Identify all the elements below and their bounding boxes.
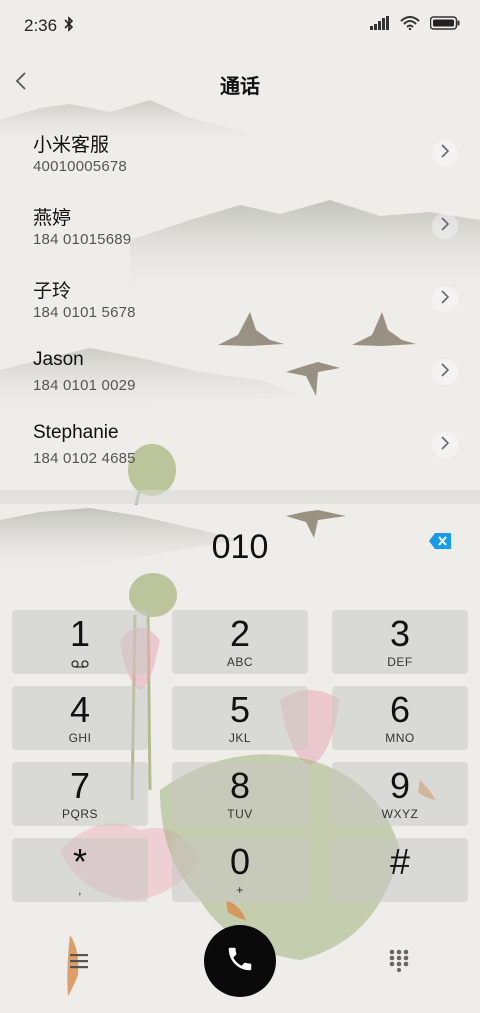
key-4[interactable]: 4 GHI — [12, 686, 148, 750]
dial-input: 010 — [0, 522, 480, 572]
key-letters: WXYZ — [381, 807, 419, 821]
key-8[interactable]: 8 TUV — [172, 762, 308, 826]
menu-icon — [66, 954, 94, 976]
contact-detail-button[interactable] — [432, 432, 458, 458]
contact-name: Jason — [33, 349, 84, 370]
key-1[interactable]: 1 — [12, 610, 148, 674]
contact-row[interactable]: Jason 184 0101 0029 — [0, 337, 480, 410]
key-0[interactable]: 0 + — [172, 838, 308, 902]
key-letters: DEF — [387, 655, 413, 669]
key-digit: * — [72, 841, 87, 882]
backspace-button[interactable] — [428, 532, 452, 550]
contact-number: 184 0101 0029 — [33, 377, 136, 394]
chevron-right-icon — [441, 143, 450, 163]
contact-number: 40010005678 — [33, 158, 127, 175]
voicemail-icon — [71, 655, 89, 673]
phone-icon — [225, 944, 255, 979]
key-letters: ABC — [226, 655, 254, 669]
key-digit: 4 — [69, 689, 91, 730]
key-digit: 2 — [229, 613, 251, 654]
key-9[interactable]: 9 WXYZ — [332, 762, 468, 826]
chevron-right-icon — [441, 435, 450, 455]
key-digit: 9 — [389, 765, 411, 806]
key-digit: 6 — [389, 689, 411, 730]
contact-detail-button[interactable] — [432, 213, 458, 239]
chevron-right-icon — [441, 216, 450, 236]
key-digit: # — [389, 841, 411, 882]
bluetooth-icon — [64, 15, 74, 38]
key-digit: 5 — [229, 689, 251, 730]
page-title: 通话 — [220, 76, 260, 98]
bottom-bar — [0, 920, 480, 1013]
dialpad-icon — [388, 949, 410, 976]
contact-name: 小米客服 — [33, 135, 110, 156]
key-letters: + — [236, 883, 244, 897]
chevron-right-icon — [441, 289, 450, 309]
contact-detail-button[interactable] — [432, 140, 458, 166]
contact-name: 子玲 — [33, 281, 72, 302]
key-5[interactable]: 5 JKL — [172, 686, 308, 750]
contact-name: 燕婷 — [33, 208, 72, 229]
key-digit: 7 — [69, 765, 91, 806]
key-letters: JKL — [228, 731, 252, 745]
wifi-icon — [400, 16, 420, 35]
menu-button[interactable] — [66, 950, 94, 972]
key-letters: PQRS — [61, 807, 98, 821]
key-letters: , — [78, 883, 82, 897]
key-digit: 8 — [229, 765, 251, 806]
key-digit: 0 — [229, 841, 251, 882]
key-letters: MNO — [385, 731, 415, 745]
key-6[interactable]: 6 MNO — [332, 686, 468, 750]
contact-number: 184 01015689 — [33, 231, 132, 248]
contact-detail-button[interactable] — [432, 286, 458, 312]
dialed-number: 010 — [211, 528, 269, 566]
key-2[interactable]: 2 ABC — [172, 610, 308, 674]
contact-list: 小米客服 40010005678 燕婷 184 01015689 子玲 184 … — [0, 118, 480, 483]
backspace-icon — [428, 533, 452, 554]
header: 通话 — [0, 60, 480, 108]
key-3[interactable]: 3 DEF — [332, 610, 468, 674]
contact-name: Stephanie — [33, 422, 119, 443]
contact-row[interactable]: 子玲 184 0101 5678 — [0, 264, 480, 337]
key-7[interactable]: 7 PQRS — [12, 762, 148, 826]
contact-number: 184 0102 4685 — [33, 450, 136, 467]
key-star[interactable]: * , — [12, 838, 148, 902]
contact-row[interactable]: 燕婷 184 01015689 — [0, 191, 480, 264]
key-letters: GHI — [68, 731, 92, 745]
battery-icon — [429, 16, 460, 35]
dialpad-toggle-button[interactable] — [388, 948, 410, 972]
chevron-right-icon — [441, 362, 450, 382]
call-button[interactable] — [204, 925, 276, 997]
signal-icon — [370, 16, 390, 35]
key-hash[interactable]: # — [332, 838, 468, 902]
status-bar: 2:36 — [0, 0, 480, 52]
contact-row[interactable]: 小米客服 40010005678 — [0, 118, 480, 191]
contact-row[interactable]: Stephanie 184 0102 4685 — [0, 410, 480, 483]
key-letters: TUV — [227, 807, 253, 821]
key-digit: 1 — [69, 613, 91, 654]
contact-detail-button[interactable] — [432, 359, 458, 385]
contact-number: 184 0101 5678 — [33, 304, 136, 321]
key-digit: 3 — [389, 613, 411, 654]
status-time: 2:36 — [24, 16, 58, 35]
